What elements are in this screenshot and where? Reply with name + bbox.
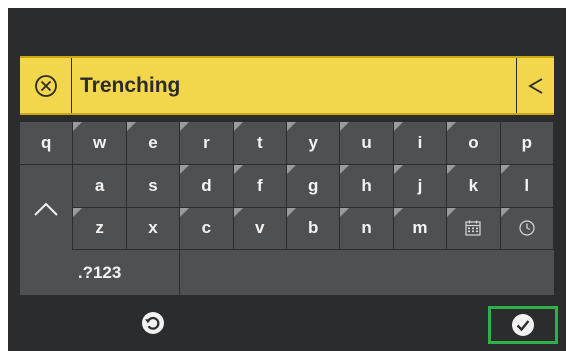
- key-label: n: [361, 218, 372, 238]
- key-v[interactable]: v: [233, 207, 286, 250]
- key-label: s: [148, 175, 158, 195]
- chevron-up-icon: [34, 202, 58, 216]
- calendar-key[interactable]: [447, 207, 500, 250]
- key-u[interactable]: u: [340, 122, 393, 164]
- space-key[interactable]: [180, 250, 554, 296]
- key-label: b: [308, 218, 319, 238]
- key-label: d: [201, 175, 212, 195]
- key-z[interactable]: z: [73, 207, 126, 250]
- text-input-bar[interactable]: Trenching: [20, 56, 554, 115]
- key-e[interactable]: e: [126, 122, 180, 164]
- chevron-left-icon: [527, 77, 542, 94]
- key-c[interactable]: c: [180, 207, 233, 250]
- key-label: p: [521, 132, 532, 152]
- shift-key[interactable]: [20, 164, 73, 253]
- key-i[interactable]: i: [393, 122, 447, 164]
- calendar-icon: [465, 220, 481, 236]
- key-label: t: [256, 132, 263, 152]
- key-r[interactable]: r: [180, 122, 233, 164]
- key-label: z: [95, 218, 104, 238]
- key-x[interactable]: x: [126, 207, 180, 250]
- key-label: c: [201, 218, 212, 238]
- input-value: Trenching: [80, 73, 181, 97]
- key-p[interactable]: p: [500, 122, 553, 164]
- key-label: j: [417, 175, 423, 195]
- symbols-mode-label: .?123: [77, 262, 122, 282]
- bottom-bar: [8, 298, 566, 351]
- key-label: i: [417, 132, 423, 152]
- key-label: q: [41, 132, 52, 152]
- key-s[interactable]: s: [126, 164, 180, 207]
- key-label: k: [468, 175, 479, 195]
- key-a[interactable]: a: [73, 164, 126, 207]
- key-label: e: [148, 132, 158, 152]
- keyboard: q w e r t y u i o p a s d f g h j k l z …: [20, 122, 554, 297]
- confirm-button[interactable]: [488, 306, 558, 344]
- key-f[interactable]: f: [233, 164, 286, 207]
- screen: Trenching q w e r t y u i o p a s d f g …: [8, 8, 566, 351]
- key-label: f: [256, 175, 263, 195]
- backspace-button[interactable]: [516, 58, 554, 113]
- key-d[interactable]: d: [180, 164, 233, 207]
- clock-key[interactable]: [500, 207, 553, 250]
- reset-icon: [142, 312, 164, 334]
- check-circle-icon: [512, 314, 534, 336]
- symbols-mode-key[interactable]: .?123: [20, 250, 180, 296]
- key-o[interactable]: o: [447, 122, 500, 164]
- key-j[interactable]: j: [393, 164, 447, 207]
- key-label: o: [468, 132, 479, 152]
- key-label: m: [412, 218, 428, 238]
- key-m[interactable]: m: [393, 207, 447, 250]
- key-label: u: [361, 132, 372, 152]
- key-b[interactable]: b: [287, 207, 340, 250]
- key-h[interactable]: h: [340, 164, 393, 207]
- key-n[interactable]: n: [340, 207, 393, 250]
- key-t[interactable]: t: [233, 122, 286, 164]
- key-y[interactable]: y: [287, 122, 340, 164]
- key-label: r: [203, 132, 210, 152]
- key-label: y: [308, 132, 318, 152]
- reset-button[interactable]: [138, 308, 168, 338]
- key-g[interactable]: g: [287, 164, 340, 207]
- clock-icon: [519, 220, 535, 236]
- key-label: x: [148, 218, 158, 238]
- key-w[interactable]: w: [73, 122, 126, 164]
- key-label: h: [361, 175, 372, 195]
- key-label: w: [92, 132, 107, 152]
- key-label: a: [94, 175, 105, 195]
- key-l[interactable]: l: [500, 164, 553, 207]
- key-label: g: [308, 175, 319, 195]
- key-label: l: [524, 175, 530, 195]
- clear-button[interactable]: [20, 58, 72, 113]
- clear-circle-x-icon: [34, 74, 57, 97]
- key-label: v: [255, 218, 265, 238]
- key-q[interactable]: q: [20, 122, 73, 164]
- key-k[interactable]: k: [447, 164, 500, 207]
